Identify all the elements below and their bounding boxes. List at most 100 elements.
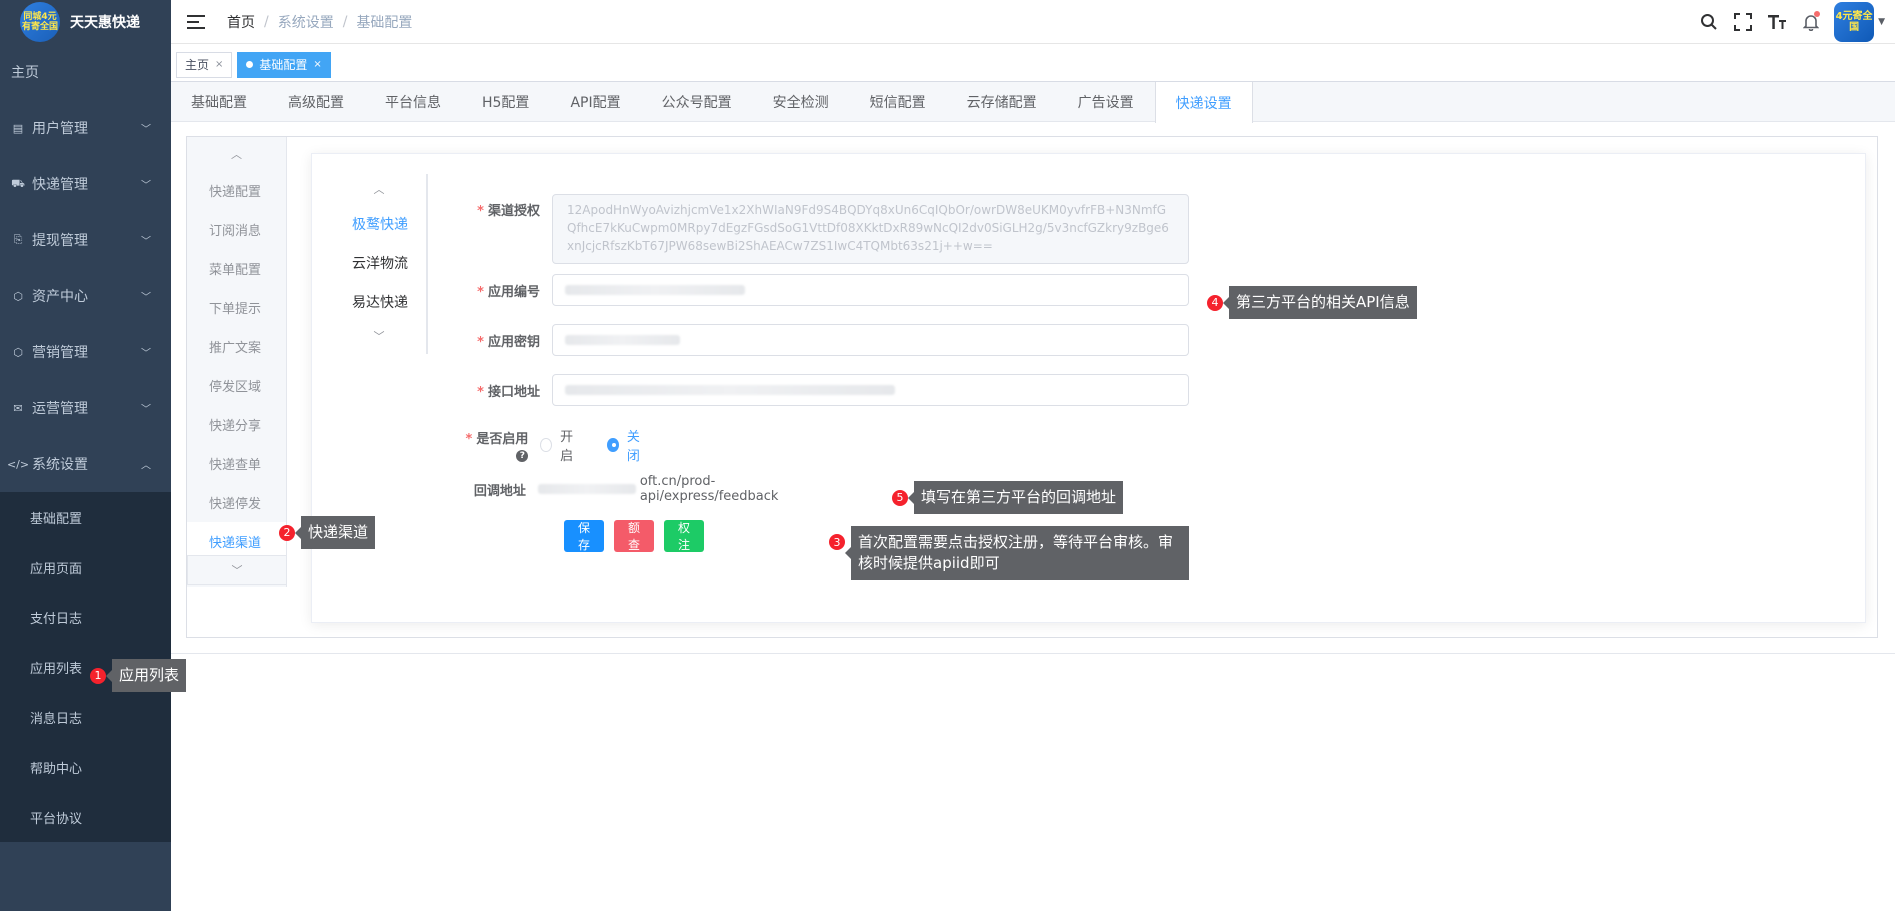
sidebar-item-label: 系统设置	[32, 457, 88, 473]
sidebar-item-assets[interactable]: ⬡ 资产中心 ﹀	[0, 268, 171, 324]
hamburger-icon[interactable]	[187, 14, 205, 29]
sidebar-item-label: 主页	[11, 65, 39, 81]
logo[interactable]: 同城4元有寄全国 天天惠快递	[0, 0, 171, 44]
sidebar-item-label: 用户管理	[32, 121, 88, 137]
chevron-up-icon[interactable]: ︿	[332, 174, 426, 204]
tab-advanced[interactable]: 高级配置	[268, 82, 365, 122]
save-button[interactable]: 保存	[564, 520, 605, 552]
tab-platform[interactable]: 平台信息	[365, 82, 462, 122]
form-row-app-id: * 应用编号	[462, 274, 1189, 306]
tab-express[interactable]: 快递设置	[1154, 82, 1253, 123]
submenu-label: 消息日志	[30, 711, 83, 727]
radio-enable-on[interactable]: 开启	[540, 426, 581, 464]
sidebar-item-withdraw[interactable]: ⎘ 提现管理 ﹀	[0, 212, 171, 268]
caret-down-icon[interactable]: ▼	[1878, 17, 1885, 27]
form-row-callback: 回调地址 oft.cn/prod-api/express/feedback	[462, 474, 815, 504]
required-mark: *	[477, 204, 484, 219]
breadcrumb: 首页 / 系统设置 / 基础配置	[227, 12, 412, 32]
annotation-2: 2 快递渠道	[279, 516, 376, 549]
channel-auth-textarea[interactable]: 12ApodHnWyoAvizhjcmVe1x2XhWIaN9Fd9S4BQDY…	[552, 194, 1189, 264]
sidebar-item-express[interactable]: ⛟ 快递管理 ﹀	[0, 156, 171, 212]
submenu-item-message-log[interactable]: 消息日志	[0, 692, 171, 742]
tab-basic[interactable]: 基础配置	[171, 82, 268, 122]
required-mark: *	[477, 384, 484, 400]
api-url-input[interactable]	[552, 374, 1189, 406]
tab-api[interactable]: API配置	[550, 82, 641, 122]
form-actions: 保存 余额查询 授权注册	[564, 504, 714, 569]
lnav-menu-config[interactable]: 菜单配置	[187, 249, 286, 288]
required-mark: *	[477, 334, 484, 350]
sidebar-item-settings[interactable]: </> 系统设置 ︿	[0, 436, 171, 492]
form-label: * 是否启用?	[462, 428, 540, 462]
app-secret-input[interactable]	[552, 324, 1189, 356]
search-icon[interactable]	[1692, 0, 1726, 44]
form-label: * 接口地址	[462, 381, 552, 400]
vtab-yida[interactable]: 易达快递	[332, 282, 426, 321]
lnav-express-config[interactable]: 快递配置	[187, 171, 286, 210]
chevron-up-icon[interactable]: ︿	[187, 137, 286, 171]
channel-tabs: ︿ 极鹜快递 云洋物流 易达快递 ﹀	[332, 174, 428, 354]
sidebar-item-home[interactable]: 主页	[0, 44, 171, 100]
chevron-down-icon: ﹀	[141, 348, 151, 360]
tag-home[interactable]: 主页 ×	[176, 51, 233, 78]
lnav-subscribe-msg[interactable]: 订阅消息	[187, 210, 286, 249]
submenu-label: 支付日志	[30, 611, 83, 627]
radio-enable-off[interactable]: 关闭	[607, 426, 648, 464]
submenu-item-agreement[interactable]: 平台协议	[0, 792, 171, 842]
tab-ads[interactable]: 广告设置	[1058, 82, 1155, 122]
tab-h5[interactable]: H5配置	[462, 82, 550, 122]
tab-sms[interactable]: 短信配置	[850, 82, 947, 122]
app-id-input[interactable]	[552, 274, 1189, 306]
help-icon[interactable]: ?	[516, 450, 529, 462]
close-icon[interactable]: ×	[215, 59, 223, 70]
close-icon[interactable]: ×	[313, 59, 321, 70]
sidebar-item-label: 营销管理	[32, 345, 88, 361]
lnav-promo-copy[interactable]: 推广文案	[187, 327, 286, 366]
tab-cloud-storage[interactable]: 云存储配置	[947, 82, 1058, 122]
annotation-5: 5 填写在第三方平台的回调地址	[892, 481, 1124, 514]
chevron-down-icon[interactable]: ﹀	[187, 555, 287, 585]
submenu-label: 基础配置	[30, 511, 83, 527]
lnav-express-stop[interactable]: 快递停发	[187, 483, 286, 522]
app-title: 天天惠快递	[70, 15, 140, 31]
lnav-stop-area[interactable]: 停发区域	[187, 366, 286, 405]
form-row-auth: * 渠道授权 12ApodHnWyoAvizhjcmVe1x2XhWIaN9Fd9…	[462, 194, 1189, 264]
chevron-down-icon: ﹀	[141, 236, 151, 248]
radio-circle	[540, 438, 553, 452]
lnav-express-share[interactable]: 快递分享	[187, 405, 286, 444]
vtab-yunyang[interactable]: 云洋物流	[332, 243, 426, 282]
chevron-up-icon: ︿	[141, 460, 151, 472]
breadcrumb-home[interactable]: 首页	[227, 12, 255, 32]
bell-icon[interactable]	[1794, 0, 1828, 44]
fullscreen-icon[interactable]	[1726, 0, 1760, 44]
label-text: 接口地址	[487, 384, 540, 400]
balance-query-button[interactable]: 余额查询	[614, 504, 655, 569]
sidebar-item-users[interactable]: ▤ 用户管理 ﹀	[0, 100, 171, 156]
code-icon: </>	[6, 457, 30, 471]
tab-security[interactable]: 安全检测	[753, 82, 850, 122]
submenu-item-pay-log[interactable]: 支付日志	[0, 592, 171, 642]
annotation-number: 3	[829, 534, 845, 550]
tags-view: 主页 × 基础配置 ×	[171, 48, 1895, 82]
submenu-item-help[interactable]: 帮助中心	[0, 742, 171, 792]
chevron-down-icon[interactable]: ﹀	[332, 321, 426, 351]
callback-url-text: oft.cn/prod-api/express/feedback	[639, 474, 779, 504]
tab-official-account[interactable]: 公众号配置	[642, 82, 753, 122]
chevron-down-icon: ﹀	[141, 404, 151, 416]
lnav-order-tips[interactable]: 下单提示	[187, 288, 286, 327]
avatar[interactable]: 4元寄全国	[1834, 2, 1875, 42]
label-text: 回调地址	[473, 483, 526, 499]
sidebar-item-operations[interactable]: ✉ 运营管理 ﹀	[0, 380, 171, 436]
font-size-icon[interactable]	[1760, 0, 1794, 44]
tag-basic-config[interactable]: 基础配置 ×	[237, 51, 331, 78]
lnav-express-query[interactable]: 快递查单	[187, 444, 286, 483]
annotation-text: 应用列表	[112, 659, 187, 692]
annotation-number: 5	[892, 489, 908, 506]
sidebar-item-label: 运营管理	[32, 401, 88, 417]
vtab-jishu[interactable]: 极鹜快递	[332, 204, 426, 243]
submenu-item-app-pages[interactable]: 应用页面	[0, 542, 171, 592]
auth-register-button[interactable]: 授权注册	[664, 504, 705, 569]
submenu-item-basic-config[interactable]: 基础配置	[0, 492, 171, 542]
required-mark: *	[465, 432, 473, 447]
sidebar-item-marketing[interactable]: ⬡ 营销管理 ﹀	[0, 324, 171, 380]
